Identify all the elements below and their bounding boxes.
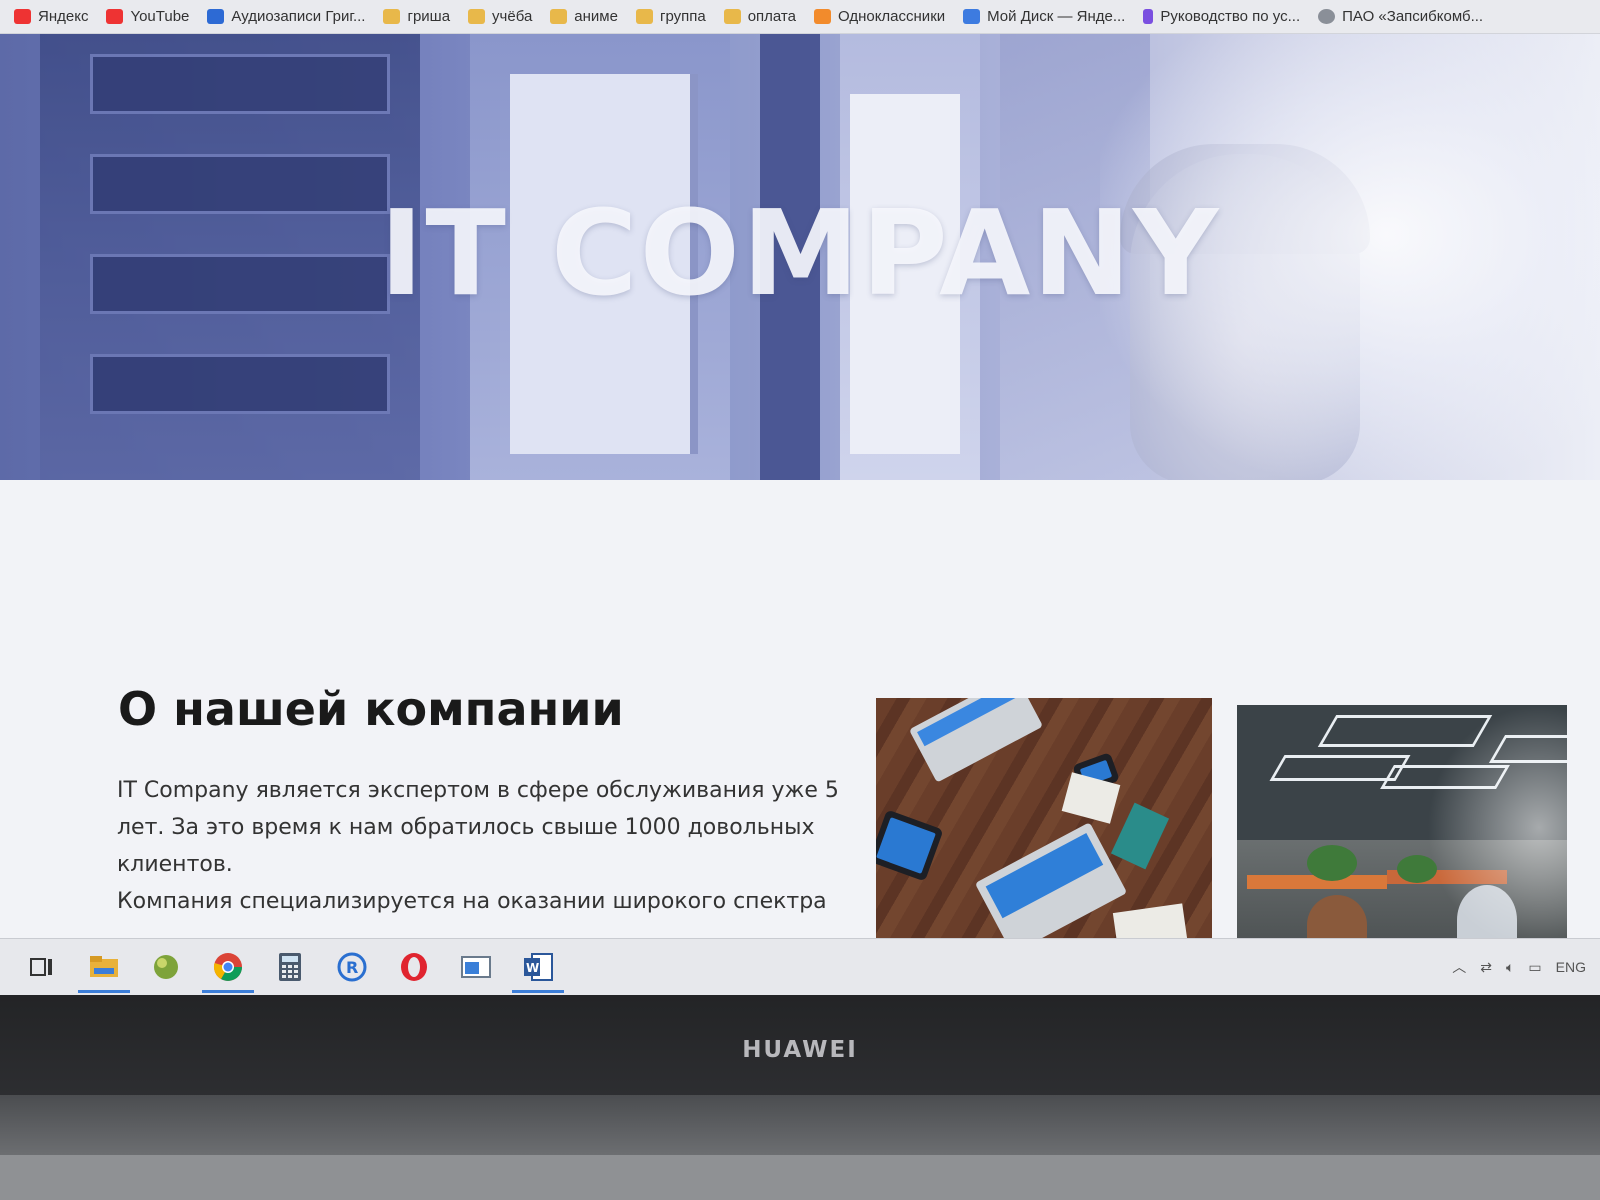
bookmark-label: ПАО «Запсибкомб... [1342, 8, 1484, 25]
bookmark-yandex[interactable]: Яндекс [14, 8, 88, 25]
yandex-disk-icon [963, 9, 981, 24]
app-window-button[interactable] [456, 947, 496, 987]
bookmark-label: Аудиозаписи Григ... [231, 8, 366, 25]
folder-icon [723, 9, 741, 24]
app-green-button[interactable] [146, 947, 186, 987]
opera-button[interactable] [394, 947, 434, 987]
youtube-icon [106, 9, 124, 24]
calculator-icon [279, 953, 301, 981]
chrome-button[interactable] [202, 947, 254, 993]
bookmark-folder-ucheba[interactable]: учёба [468, 8, 532, 25]
folder-icon [635, 9, 653, 24]
bookmark-folder-grisha[interactable]: гриша [383, 8, 450, 25]
office-interior-photo [1237, 705, 1567, 950]
bookmark-bank[interactable]: ПАО «Запсибкомб... [1318, 8, 1483, 25]
file-explorer-button[interactable] [78, 947, 130, 993]
bookmark-label: аниме [574, 8, 618, 25]
battery-icon[interactable]: ▭ [1528, 959, 1541, 976]
vk-icon [207, 9, 225, 24]
bookmark-label: Мой Диск — Янде... [987, 8, 1126, 25]
folder-icon [468, 9, 486, 24]
guide-icon [1143, 9, 1154, 24]
system-tray: ︿ ⇄ 🔈︎ ▭ ENG [1452, 957, 1586, 977]
file-explorer-icon [90, 956, 118, 977]
bookmark-label: гриша [407, 8, 451, 25]
office-desk-photo [876, 698, 1212, 948]
app-blue-circle-button[interactable]: R [332, 947, 372, 987]
volume-icon[interactable]: 🔈︎ [1506, 959, 1514, 976]
bookmark-folder-gruppa[interactable]: группа [635, 8, 706, 25]
odnoklassniki-icon [813, 9, 831, 24]
app-window-icon [461, 956, 491, 978]
network-icon[interactable]: ⇄ [1480, 959, 1492, 976]
bookmark-label: оплата [747, 8, 796, 25]
bookmark-label: Руководство по ус... [1160, 8, 1301, 25]
word-icon: W [524, 953, 553, 981]
bookmark-label: Яндекс [38, 8, 89, 25]
about-paragraph-1: IT Company является экспертом в сфере об… [117, 778, 839, 877]
task-view-icon [30, 958, 52, 976]
bookmark-label: YouTube [130, 8, 190, 25]
about-heading: О нашей компании [118, 682, 624, 736]
chrome-icon [213, 953, 242, 981]
bookmark-folder-anime[interactable]: аниме [550, 8, 618, 25]
bookmark-odnoklassniki[interactable]: Одноклассники [813, 8, 946, 25]
app-blue-circle-icon: R [337, 952, 367, 982]
laptop-screen: Яндекс YouTube Аудиозаписи Григ... гриша… [0, 0, 1600, 995]
folder-icon [383, 9, 401, 24]
yandex-icon [14, 9, 31, 24]
chevron-up-icon[interactable]: ︿ [1452, 957, 1466, 977]
svg-text:W: W [526, 961, 539, 975]
bank-icon [1318, 9, 1336, 24]
about-text: IT Company является экспертом в сфере об… [117, 772, 847, 920]
bookmark-label: группа [659, 8, 706, 25]
about-paragraph-2: Компания специализируется на оказании ши… [117, 889, 827, 914]
bookmark-folder-oplata[interactable]: оплата [723, 8, 796, 25]
bookmark-label: учёба [492, 8, 533, 25]
laptop-brand-logo: HUAWEI [742, 1037, 858, 1063]
svg-text:R: R [346, 958, 358, 977]
taskbar: R W ︿ ⇄ 🔈︎ ▭ ENG [0, 938, 1600, 995]
laptop-hinge [0, 1095, 1600, 1155]
language-indicator[interactable]: ENG [1556, 959, 1586, 975]
laptop-deck [0, 1155, 1600, 1200]
hero-title: IT COMPANY [379, 184, 1221, 322]
hero-banner: IT COMPANY [0, 34, 1600, 480]
bookmark-yandex-disk[interactable]: Мой Диск — Янде... [963, 8, 1125, 25]
app-green-icon [154, 955, 178, 979]
word-button[interactable]: W [512, 947, 564, 993]
folder-icon [550, 9, 568, 24]
calculator-button[interactable] [270, 947, 310, 987]
task-view-button[interactable] [22, 947, 62, 987]
bookmark-vk-audio[interactable]: Аудиозаписи Григ... [207, 8, 365, 25]
bookmarks-bar: Яндекс YouTube Аудиозаписи Григ... гриша… [0, 0, 1600, 34]
bookmark-label: Одноклассники [837, 8, 946, 25]
opera-icon [401, 953, 427, 981]
bookmark-youtube[interactable]: YouTube [106, 8, 189, 25]
bookmark-guide[interactable]: Руководство по ус... [1143, 8, 1300, 25]
